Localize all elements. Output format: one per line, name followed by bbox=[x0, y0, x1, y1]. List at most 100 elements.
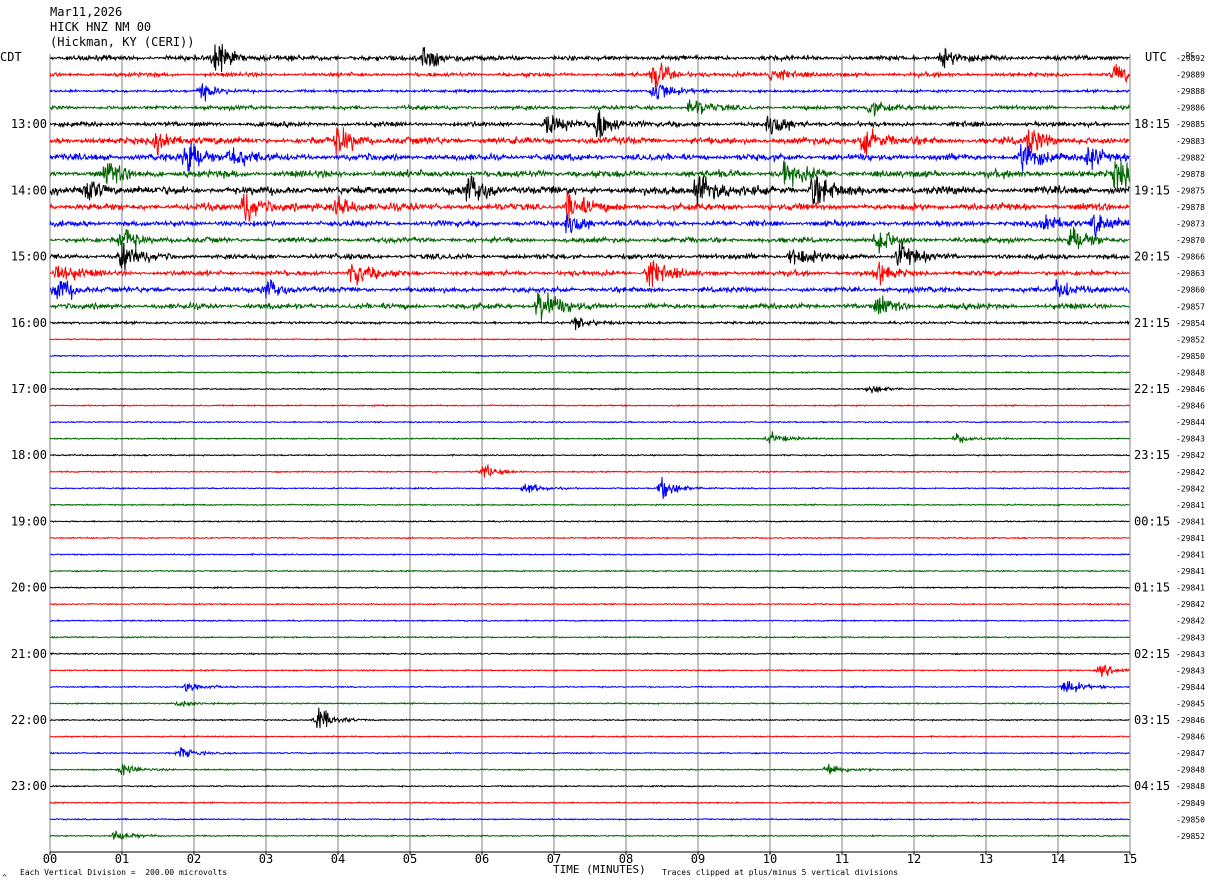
dc-offset-label: -29892 bbox=[1176, 54, 1205, 63]
dc-offset-label: -29843 bbox=[1176, 666, 1205, 675]
x-tick-label: 03 bbox=[259, 852, 273, 866]
trace-line bbox=[49, 174, 1130, 205]
trace-line bbox=[49, 43, 1130, 73]
trace-line bbox=[49, 453, 1130, 458]
left-hour-label: 23:00 bbox=[11, 779, 47, 793]
dc-offset-label: -29882 bbox=[1176, 153, 1205, 162]
dc-offset-label: -29848 bbox=[1176, 782, 1205, 791]
trace-line bbox=[49, 242, 1130, 271]
right-hour-label: 04:15 bbox=[1134, 779, 1170, 793]
right-hour-label: 22:15 bbox=[1134, 382, 1170, 396]
right-hour-label: 03:15 bbox=[1134, 713, 1170, 727]
left-timezone-label: CDT bbox=[0, 50, 22, 64]
x-tick-label: 14 bbox=[1051, 852, 1065, 866]
right-hour-label: 18:15 bbox=[1134, 117, 1170, 131]
trace-line bbox=[50, 519, 1130, 524]
dc-offset-label: -29846 bbox=[1176, 733, 1205, 742]
trace-line bbox=[49, 817, 1130, 821]
trace-line bbox=[49, 552, 1130, 557]
trace-line bbox=[49, 431, 1130, 444]
left-hour-label: 19:00 bbox=[11, 514, 47, 528]
trace-line bbox=[49, 680, 1130, 693]
dc-offset-label: -29860 bbox=[1176, 286, 1205, 295]
trace-line bbox=[49, 652, 1130, 656]
trace-line bbox=[49, 602, 1130, 606]
trace-line bbox=[49, 226, 1130, 254]
dc-offset-label: -29886 bbox=[1176, 104, 1205, 113]
dc-offset-label: -29875 bbox=[1176, 186, 1205, 195]
left-hour-label: 15:00 bbox=[11, 250, 47, 264]
trace-line bbox=[49, 127, 1130, 156]
x-tick-label: 01 bbox=[115, 852, 129, 866]
right-hour-label: 02:15 bbox=[1134, 647, 1170, 661]
left-hour-label: 22:00 bbox=[11, 713, 47, 727]
left-hour-label: 16:00 bbox=[11, 316, 47, 330]
dc-offset-label: -29846 bbox=[1176, 716, 1205, 725]
x-tick-label: 15 bbox=[1123, 852, 1137, 866]
trace-line bbox=[50, 403, 1130, 408]
trace-line bbox=[49, 260, 1130, 288]
trace-line bbox=[49, 585, 1130, 590]
trace-line bbox=[49, 62, 1130, 88]
dc-offset-label: -29847 bbox=[1176, 749, 1205, 758]
trace-line bbox=[49, 143, 1130, 172]
corner-mark: ^ bbox=[2, 873, 7, 882]
right-hour-label: 20:15 bbox=[1134, 250, 1170, 264]
left-hour-label: 20:00 bbox=[11, 581, 47, 595]
trace-line bbox=[49, 700, 1130, 708]
x-tick-label: 05 bbox=[403, 852, 417, 866]
clip-note: Traces clipped at plus/minus 5 vertical … bbox=[662, 868, 898, 877]
dc-offset-label: -29850 bbox=[1176, 352, 1205, 361]
x-tick-label: 06 bbox=[475, 852, 489, 866]
dc-offset-label: -29857 bbox=[1176, 302, 1205, 311]
dc-offset-label: -29842 bbox=[1176, 484, 1205, 493]
left-hour-label: 18:00 bbox=[11, 448, 47, 462]
trace-line bbox=[49, 734, 1130, 739]
station-location: (Hickman, KY (CERI)) bbox=[50, 35, 195, 49]
trace-line bbox=[49, 763, 1130, 776]
right-hour-label: 00:15 bbox=[1134, 514, 1170, 528]
x-axis-label: TIME (MINUTES) bbox=[553, 863, 646, 876]
dc-offset-label: -29845 bbox=[1176, 699, 1205, 708]
trace-line bbox=[49, 800, 1130, 805]
helicorder-chart: Mar11,2026 HICK HNZ NM 00 (Hickman, KY (… bbox=[0, 5, 1205, 882]
trace-line bbox=[49, 99, 1130, 117]
trace-line bbox=[49, 476, 1130, 499]
x-tick-label: 04 bbox=[331, 852, 345, 866]
dc-offset-label: -29841 bbox=[1176, 534, 1205, 543]
trace-line bbox=[49, 830, 1130, 840]
dc-offset-label: -29863 bbox=[1176, 269, 1205, 278]
dc-offset-label: -29843 bbox=[1176, 650, 1205, 659]
station-code: HICK HNZ NM 00 bbox=[50, 20, 151, 34]
dc-offset-label: -29888 bbox=[1176, 87, 1205, 96]
dc-offset-label: -29883 bbox=[1176, 137, 1205, 146]
left-hour-label: 17:00 bbox=[11, 382, 47, 396]
scale-note: Each Vertical Division = 200.00 microvol… bbox=[20, 868, 227, 877]
dc-offset-label: -29889 bbox=[1176, 71, 1205, 80]
dc-offset-label: -29854 bbox=[1176, 319, 1205, 328]
trace-line bbox=[49, 192, 1130, 223]
trace-line bbox=[49, 292, 1130, 321]
trace-line bbox=[49, 664, 1130, 678]
x-tick-label: 10 bbox=[763, 852, 777, 866]
trace-line bbox=[49, 635, 1130, 639]
dc-offset-label: -29848 bbox=[1176, 766, 1205, 775]
right-hour-label: 19:15 bbox=[1134, 183, 1170, 197]
trace-line bbox=[49, 569, 1130, 573]
trace-layer bbox=[49, 43, 1130, 840]
dc-offset-label: -29842 bbox=[1176, 600, 1205, 609]
dc-offset-label: -29841 bbox=[1176, 501, 1205, 510]
dc-offset-label: -29866 bbox=[1176, 253, 1205, 262]
dc-offset-label: -29878 bbox=[1176, 170, 1205, 179]
dc-offset-label: -29842 bbox=[1176, 617, 1205, 626]
dc-offset-label: -29848 bbox=[1176, 368, 1205, 377]
trace-line bbox=[49, 619, 1130, 623]
dc-offset-label: -29850 bbox=[1176, 815, 1205, 824]
dc-offset-label: -29843 bbox=[1176, 435, 1205, 444]
x-tick-label: 00 bbox=[43, 852, 57, 866]
trace-line bbox=[49, 316, 1130, 331]
trace-line bbox=[49, 784, 1130, 789]
trace-line bbox=[49, 278, 1130, 300]
trace-line bbox=[49, 746, 1130, 758]
trace-line bbox=[49, 464, 1130, 478]
